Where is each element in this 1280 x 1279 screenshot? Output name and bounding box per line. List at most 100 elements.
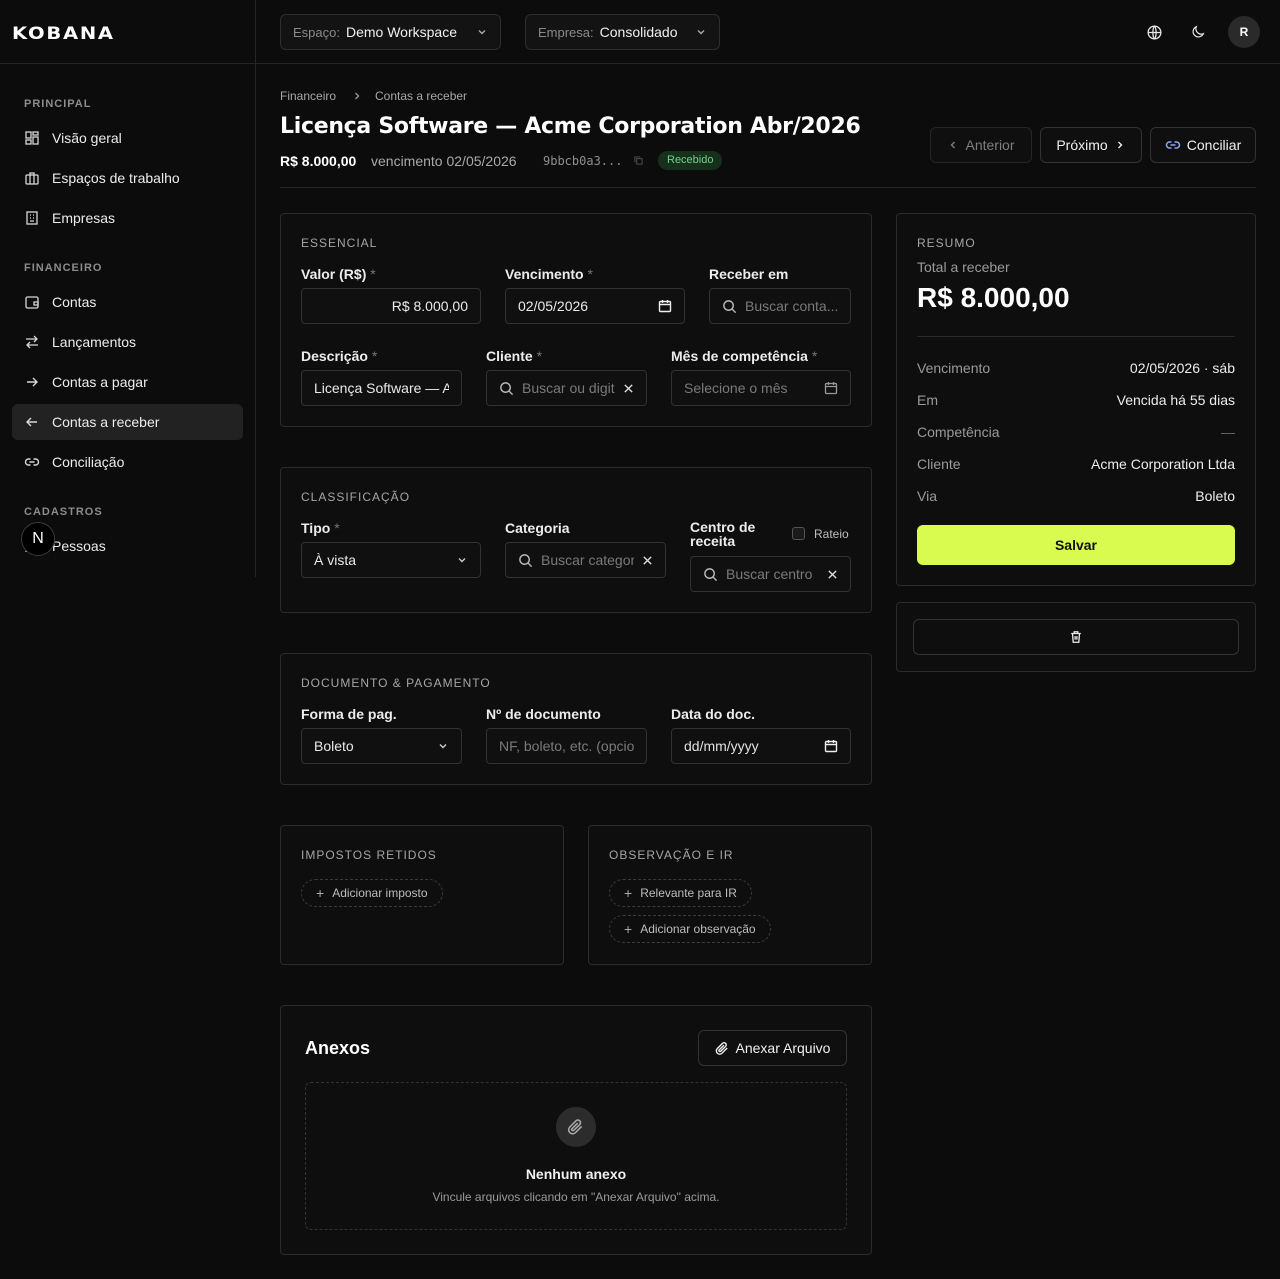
topbar-divider — [0, 63, 1280, 64]
sidebar-item-label: Empresas — [52, 210, 116, 226]
receber-label: Receber em — [709, 266, 789, 282]
add-note-button[interactable]: + Adicionar observação — [609, 915, 771, 943]
swap-icon — [26, 335, 38, 349]
summary-row-value: 02/05/2026 · sáb — [1129, 360, 1235, 376]
paperclip-icon — [556, 1107, 596, 1147]
mes-select[interactable]: Selecione o mês — [671, 370, 851, 406]
paperclip-icon — [715, 1041, 728, 1055]
numero-input[interactable]: NF, boleto, etc. (opcional) — [486, 728, 647, 764]
cliente-label-text: Cliente — [486, 348, 533, 364]
reconcile-button[interactable]: Conciliar — [1150, 127, 1256, 163]
language-button[interactable] — [1142, 20, 1166, 44]
summary-row-value: — — [1221, 424, 1235, 440]
sidebar-item-empresas[interactable]: Empresas — [12, 200, 243, 236]
avatar[interactable]: R — [1228, 16, 1260, 48]
categoria-input[interactable]: Buscar categoria — [505, 542, 666, 578]
vencimento-value: 02/05/2026 — [518, 298, 589, 314]
total-label: Total a receber — [917, 259, 1010, 275]
calendar-icon[interactable] — [824, 739, 838, 753]
classification-title: CLASSIFICAÇÃO — [301, 490, 411, 504]
moon-icon — [1192, 25, 1205, 38]
summary-row-label: Vencimento — [917, 360, 991, 376]
briefcase-icon — [25, 172, 39, 185]
search-icon — [500, 381, 514, 395]
vencimento-label-text: Vencimento — [505, 266, 584, 282]
descricao-label: Descrição * — [301, 348, 378, 364]
workspace-picker-label: Espaço: — [293, 24, 340, 40]
close-icon[interactable] — [623, 383, 634, 394]
workspace-picker[interactable]: Espaço: Demo Workspace — [280, 14, 501, 50]
plus-icon: + — [316, 885, 325, 901]
breadcrumb-financeiro[interactable]: Financeiro — [280, 89, 336, 103]
centro-input[interactable]: Buscar centro — [690, 556, 851, 592]
sidebar-item-label: Contas — [52, 294, 97, 310]
sidebar-item-espacos[interactable]: Espaços de trabalho — [12, 160, 243, 196]
floating-badge[interactable]: N — [21, 522, 55, 556]
search-icon — [704, 567, 718, 581]
chevron-down-icon — [478, 30, 486, 35]
attach-file-button[interactable]: Anexar Arquivo — [698, 1030, 847, 1066]
company-picker-label: Empresa: — [538, 24, 594, 40]
brand-logo[interactable]: KOBANA — [12, 24, 115, 44]
valor-value: R$ 8.000,00 — [391, 298, 468, 314]
data-doc-input[interactable]: dd/mm/yyyy — [671, 728, 851, 764]
close-icon[interactable] — [827, 569, 838, 580]
notes-title: OBSERVAÇÃO E IR — [609, 848, 734, 862]
cliente-input[interactable]: Buscar ou digitar cliente — [486, 370, 647, 406]
link-icon — [1165, 141, 1180, 149]
total-amount: R$ 8.000,00 — [917, 282, 1070, 313]
reconcile-button-label: Conciliar — [1186, 137, 1242, 153]
sidebar-item-label: Lançamentos — [52, 334, 137, 350]
tipo-select[interactable]: À vista — [301, 542, 481, 578]
page-title: Licença Software — Acme Corporation Abr/… — [280, 114, 861, 139]
sidebar-item-contas-a-pagar[interactable]: Contas a pagar — [12, 364, 243, 400]
plus-icon: + — [624, 921, 633, 937]
copy-icon[interactable] — [634, 156, 643, 165]
vencimento-input[interactable]: 02/05/2026 — [505, 288, 685, 324]
sidebar-item-contas-a-receber[interactable]: Contas a receber — [12, 404, 243, 440]
tipo-label: Tipo * — [301, 520, 340, 536]
sidebar-item-conciliacao[interactable]: Conciliação — [12, 444, 243, 480]
summary-row-value: Boleto — [1195, 488, 1235, 504]
wallet-icon — [25, 296, 39, 309]
sidebar-item-visao-geral[interactable]: Visão geral — [12, 120, 243, 156]
search-icon — [723, 299, 737, 313]
forma-label: Forma de pag. — [301, 706, 397, 722]
sidebar-divider — [255, 0, 256, 577]
rateio-checkbox[interactable] — [792, 527, 805, 540]
dashboard-icon — [25, 131, 39, 145]
theme-toggle[interactable] — [1186, 20, 1210, 44]
forma-select[interactable]: Boleto — [301, 728, 462, 764]
empty-attachments-text: Vincule arquivos clicando em "Anexar Arq… — [432, 1190, 720, 1204]
sidebar-item-contas[interactable]: Contas — [12, 284, 243, 320]
delete-button[interactable] — [913, 619, 1239, 655]
save-button[interactable]: Salvar — [917, 525, 1235, 565]
next-button[interactable]: Próximo — [1040, 127, 1142, 163]
valor-label-text: Valor (R$) — [301, 266, 367, 282]
categoria-placeholder: Buscar categoria — [541, 552, 634, 568]
descricao-input[interactable]: Licença Software — Acme Corporation Abr/… — [301, 370, 462, 406]
empty-attachments-title: Nenhum anexo — [525, 1166, 627, 1182]
close-icon[interactable] — [642, 555, 653, 566]
calendar-icon[interactable] — [658, 299, 672, 313]
company-picker[interactable]: Empresa: Consolidado — [525, 14, 720, 50]
sidebar-item-label: Espaços de trabalho — [52, 170, 180, 186]
mes-placeholder: Selecione o mês — [684, 380, 788, 396]
arrow-left-icon — [26, 417, 37, 427]
sidebar-item-lancamentos[interactable]: Lançamentos — [12, 324, 243, 360]
valor-input[interactable]: R$ 8.000,00 — [301, 288, 481, 324]
sidebar-item-label: Pessoas — [52, 538, 106, 554]
chevron-right-icon — [1117, 141, 1123, 149]
add-tax-button[interactable]: + Adicionar imposto — [301, 879, 443, 907]
chevron-down-icon — [697, 30, 705, 35]
summary-divider — [917, 336, 1235, 337]
attachments-dropzone[interactable] — [305, 1082, 847, 1230]
receber-input[interactable]: Buscar conta... — [709, 288, 851, 324]
previous-button[interactable]: Anterior — [930, 127, 1032, 163]
valor-label: Valor (R$) * — [301, 266, 376, 282]
ir-relevant-button[interactable]: + Relevante para IR — [609, 879, 752, 907]
cliente-placeholder: Buscar ou digitar cliente — [522, 380, 615, 396]
breadcrumb-contas-a-receber[interactable]: Contas a receber — [375, 89, 467, 103]
ir-relevant-label: Relevante para IR — [640, 886, 737, 900]
tipo-label-text: Tipo — [301, 520, 331, 536]
